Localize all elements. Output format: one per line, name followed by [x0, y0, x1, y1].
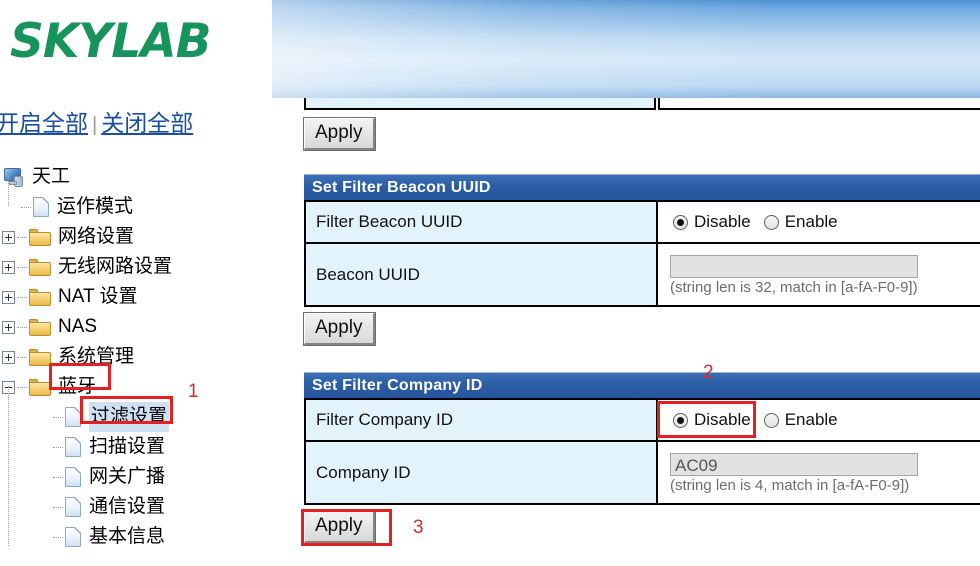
row-label: Filter Company ID	[306, 400, 658, 440]
skylab-logo: SKYLAB	[10, 14, 211, 69]
sidebar-item-label: 蓝牙	[58, 376, 97, 397]
expand-plus-icon[interactable]	[2, 260, 15, 274]
sidebar-item-bluetooth[interactable]: 蓝牙	[0, 372, 272, 402]
sidebar-item-label: 过滤设置	[89, 402, 170, 432]
row-label: Beacon UUID	[306, 244, 658, 305]
filter-company-id-enable-radio[interactable]: Enable	[761, 408, 841, 432]
beacon-uuid-disable-option[interactable]: Disable	[670, 210, 754, 234]
content-area: (string len in [1,20], match in [a-fA-F0…	[272, 98, 980, 566]
radio-label: Disable	[694, 212, 751, 231]
beacon-uuid-input[interactable]	[670, 255, 918, 278]
previous-section-apply-button[interactable]: Apply	[303, 117, 376, 151]
radio-label: Enable	[784, 410, 838, 429]
sidebar-item-label: 扫描设置	[89, 436, 166, 457]
radio-group-filter-beacon-uuid: Disable Enable	[670, 202, 980, 242]
page-icon	[65, 467, 81, 487]
sidebar-item-operation-mode[interactable]: 运作模式	[0, 176, 272, 222]
expand-all-link[interactable]: 开启全部	[0, 110, 88, 136]
banner-gloss	[272, 0, 980, 98]
expand-plus-icon[interactable]	[2, 290, 15, 304]
table-row: Filter Beacon UUID Disable Enable	[304, 200, 980, 244]
sidebar-item-label: 系统管理	[58, 346, 135, 367]
sidebar-item-nas[interactable]: NAS	[0, 312, 272, 342]
sidebar-item-filter-settings[interactable]: 过滤设置	[0, 386, 272, 546]
sidebar-item-label: NAT 设置	[58, 286, 138, 307]
radio-selected-icon[interactable]	[673, 412, 688, 428]
page-banner	[272, 0, 980, 98]
tree-toggle-links: 开启全部 | 关闭全部	[0, 108, 193, 140]
company-id-hint: (string len is 4, match in [a-fA-F0-9])	[670, 477, 910, 494]
table-row: Beacon UUID (string len is 32, match in …	[304, 244, 980, 307]
tree-root-tiangong[interactable]: 天工	[0, 162, 272, 192]
radio-unselected-icon[interactable]	[763, 412, 779, 428]
table-row: Company ID AC09 (string len is 4, match …	[304, 442, 980, 505]
panel-set-filter-beacon-uuid: Set Filter Beacon UUID Filter Beacon UUI…	[303, 174, 980, 346]
sidebar-item-wireless-settings[interactable]: 无线网路设置	[0, 252, 272, 282]
table-row: Filter Company ID Disable Enable	[304, 398, 980, 442]
sidebar-item-communication-settings[interactable]: 通信设置	[0, 492, 272, 522]
sidebar-item-basic-info[interactable]: 基本信息	[0, 522, 272, 552]
link-separator: |	[92, 114, 98, 136]
truncated-previous-row: (string len in [1,20], match in [a-fA-F0…	[304, 98, 980, 110]
sidebar-item-label: NAS	[58, 316, 98, 337]
sidebar-item-gateway-broadcast[interactable]: 网关广播	[0, 462, 272, 492]
folder-icon	[29, 258, 51, 276]
filter-company-id-disable-radio[interactable]: Disable	[670, 408, 754, 432]
company-id-input[interactable]: AC09	[670, 453, 918, 476]
panel-title: Set Filter Company ID	[304, 372, 980, 398]
sidebar-item-label: 基本信息	[89, 526, 166, 547]
radio-label: Disable	[694, 410, 751, 429]
sidebar-item-label: 网络设置	[58, 226, 135, 247]
radio-label: Enable	[784, 212, 838, 231]
beacon-uuid-hint: (string len is 32, match in [a-fA-F0-9])	[670, 279, 918, 296]
expand-plus-icon[interactable]	[2, 230, 15, 244]
row-label: Filter Beacon UUID	[306, 202, 658, 242]
folder-icon	[29, 228, 51, 246]
sidebar-item-label: 运作模式	[57, 196, 134, 217]
sidebar-item-label: 无线网路设置	[58, 256, 173, 277]
row-value: (string len is 32, match in [a-fA-F0-9])	[658, 244, 980, 305]
radio-selected-icon[interactable]	[673, 214, 688, 230]
folder-icon	[29, 288, 51, 306]
row-label: Company ID	[306, 442, 658, 503]
page-icon	[65, 407, 81, 427]
expand-plus-icon[interactable]	[2, 350, 15, 364]
sidebar-item-nat-settings[interactable]: NAT 设置	[0, 282, 272, 312]
collapse-all-link[interactable]: 关闭全部	[101, 110, 193, 136]
page-icon	[65, 497, 81, 517]
page-icon	[65, 437, 81, 457]
sidebar-item-scan-settings[interactable]: 扫描设置	[0, 432, 272, 462]
folder-icon	[29, 378, 51, 396]
row-value: Disable Enable	[658, 400, 980, 440]
company-id-apply-button[interactable]: Apply	[303, 510, 376, 544]
page-root: SKYLAB 开启全部 | 关闭全部 天工 运作模式 网络设置 无线网路设置 N…	[0, 0, 980, 566]
beacon-uuid-enable-option[interactable]: Enable	[761, 210, 841, 234]
expand-plus-icon[interactable]	[2, 320, 15, 334]
sidebar-item-network-settings[interactable]: 网络设置	[0, 222, 272, 252]
sidebar-item-system-management[interactable]: 系统管理	[0, 342, 272, 372]
sidebar: SKYLAB 开启全部 | 关闭全部 天工 运作模式 网络设置 无线网路设置 N…	[0, 0, 272, 566]
page-icon	[33, 197, 49, 217]
sidebar-item-label: 通信设置	[89, 496, 166, 517]
panel-set-filter-company-id: Set Filter Company ID Filter Company ID …	[303, 372, 980, 544]
truncated-hint-cell: (string len in [1,20], match in [a-fA-F0…	[658, 98, 980, 110]
folder-icon	[29, 348, 51, 366]
folder-icon	[29, 318, 51, 336]
page-icon	[65, 527, 81, 547]
row-value: Disable Enable	[658, 202, 980, 242]
main-content: (string len in [1,20], match in [a-fA-F0…	[272, 0, 980, 566]
navigation-tree: 天工 运作模式 网络设置 无线网路设置 NAT 设置 NAS 系统管理 蓝牙 过…	[0, 162, 272, 552]
radio-unselected-icon[interactable]	[763, 214, 779, 230]
row-value: AC09 (string len is 4, match in [a-fA-F0…	[658, 442, 980, 503]
panel-title: Set Filter Beacon UUID	[304, 174, 980, 200]
computer-icon	[4, 167, 24, 187]
beacon-uuid-apply-button[interactable]: Apply	[303, 312, 376, 346]
sidebar-item-label: 网关广播	[89, 466, 166, 487]
radio-group-filter-company-id: Disable Enable	[670, 400, 980, 440]
tree-root-label: 天工	[32, 166, 71, 187]
truncated-label-cell	[304, 98, 656, 110]
